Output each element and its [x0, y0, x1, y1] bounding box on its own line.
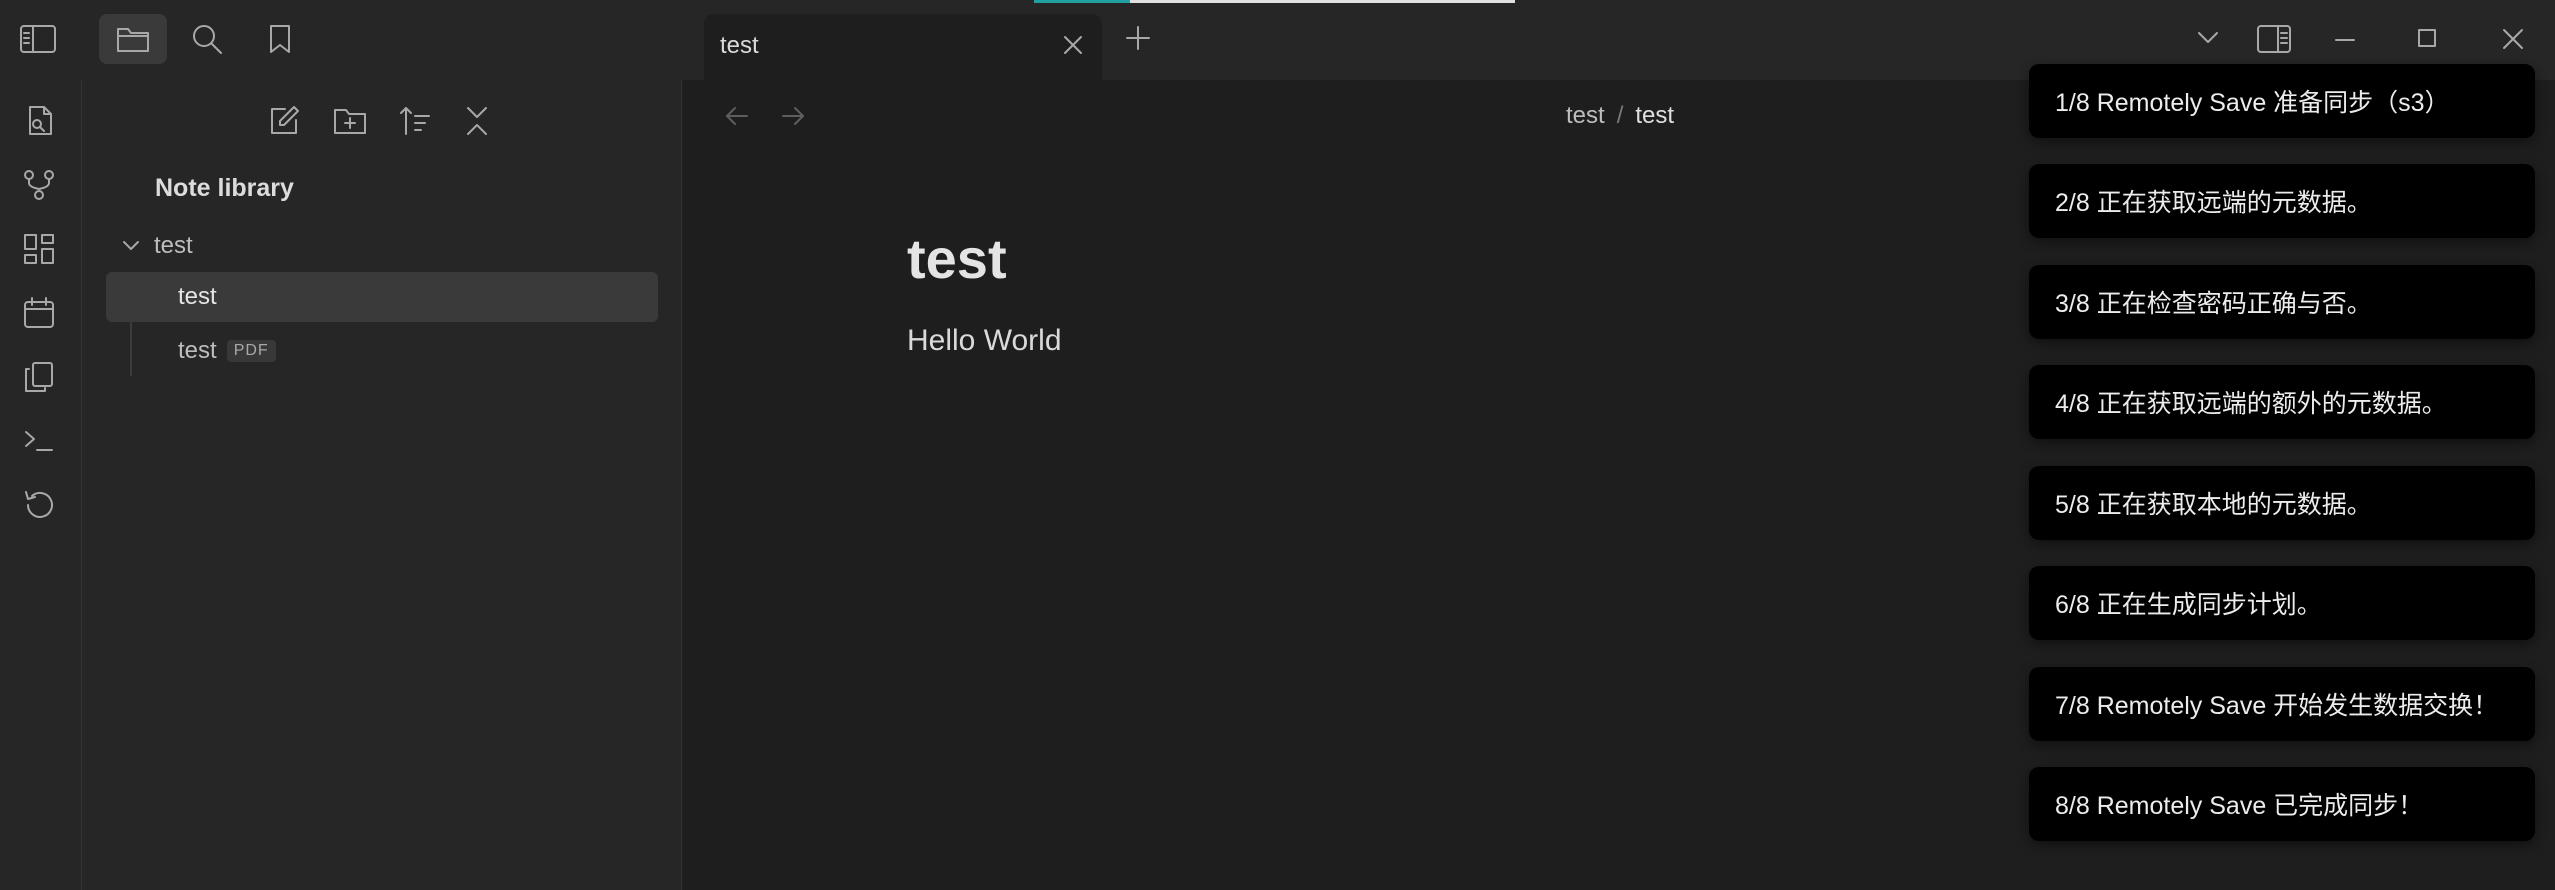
- terminal-icon[interactable]: [22, 424, 56, 458]
- tab-test[interactable]: test: [704, 14, 1102, 80]
- search-button[interactable]: [173, 14, 241, 64]
- file-explorer: Note library test test test PDF: [82, 80, 682, 890]
- breadcrumb: test / test: [1566, 102, 1674, 130]
- ribbon: [0, 80, 82, 890]
- sync-notice[interactable]: 1/8 Remotely Save 准备同步（s3）: [2029, 64, 2535, 138]
- window-close-icon[interactable]: [2502, 28, 2524, 50]
- file-type-badge: PDF: [226, 340, 276, 362]
- file-label: test: [178, 337, 217, 364]
- file-item[interactable]: test: [106, 272, 658, 322]
- tab-title: test: [720, 32, 759, 59]
- file-item[interactable]: test PDF: [106, 326, 658, 376]
- search-icon: [193, 25, 222, 54]
- sync-notice[interactable]: 3/8 正在检查密码正确与否。: [2029, 265, 2535, 339]
- folder-item-test[interactable]: test: [122, 226, 193, 266]
- tab-list-chevron-icon[interactable]: [2196, 30, 2220, 46]
- new-folder-icon[interactable]: [332, 104, 368, 138]
- new-note-icon[interactable]: [267, 104, 301, 138]
- folder-icon: [117, 28, 149, 52]
- file-search-icon[interactable]: [22, 104, 56, 138]
- breadcrumb-folder[interactable]: test: [1566, 102, 1605, 130]
- sync-progress-track: [1130, 0, 1515, 3]
- sync-notice[interactable]: 8/8 Remotely Save 已完成同步！: [2029, 767, 2535, 841]
- right-sidebar-toggle-icon[interactable]: [2256, 24, 2292, 54]
- file-label: test: [178, 283, 217, 310]
- sidebar-toggle-icon: [20, 25, 56, 53]
- sort-icon[interactable]: [398, 104, 432, 138]
- sync-notice[interactable]: 7/8 Remotely Save 开始发生数据交换！: [2029, 667, 2535, 741]
- graph-icon[interactable]: [22, 168, 56, 202]
- sync-progress-bar: [1034, 0, 1130, 3]
- sidebar-toggle-button[interactable]: [4, 14, 72, 64]
- files-view-button[interactable]: [99, 14, 167, 64]
- breadcrumb-separator: /: [1616, 102, 1624, 129]
- history-icon[interactable]: [22, 488, 56, 522]
- note-title[interactable]: test: [907, 226, 1007, 291]
- note-body[interactable]: Hello World: [907, 324, 1062, 358]
- bookmark-icon: [270, 25, 290, 53]
- bookmarks-button[interactable]: [246, 14, 314, 64]
- new-tab-icon[interactable]: [1124, 24, 1152, 52]
- sync-notice[interactable]: 5/8 正在获取本地的元数据。: [2029, 466, 2535, 540]
- minimize-icon[interactable]: [2334, 38, 2356, 42]
- arrow-left-icon[interactable]: [723, 102, 751, 130]
- arrow-right-icon[interactable]: [779, 102, 807, 130]
- sync-notice[interactable]: 2/8 正在获取远端的元数据。: [2029, 164, 2535, 238]
- copy-icon[interactable]: [22, 360, 56, 394]
- chevron-down-icon: [123, 241, 139, 250]
- sync-notice[interactable]: 6/8 正在生成同步计划。: [2029, 566, 2535, 640]
- sync-notice[interactable]: 4/8 正在获取远端的额外的元数据。: [2029, 365, 2535, 439]
- breadcrumb-file[interactable]: test: [1635, 102, 1674, 130]
- folder-label: test: [154, 232, 193, 259]
- calendar-icon[interactable]: [22, 296, 56, 330]
- collapse-icon[interactable]: [462, 104, 492, 138]
- close-icon[interactable]: [1062, 34, 1084, 56]
- maximize-icon[interactable]: [2417, 28, 2437, 48]
- vault-title: Note library: [155, 174, 294, 202]
- canvas-grid-icon[interactable]: [22, 232, 56, 266]
